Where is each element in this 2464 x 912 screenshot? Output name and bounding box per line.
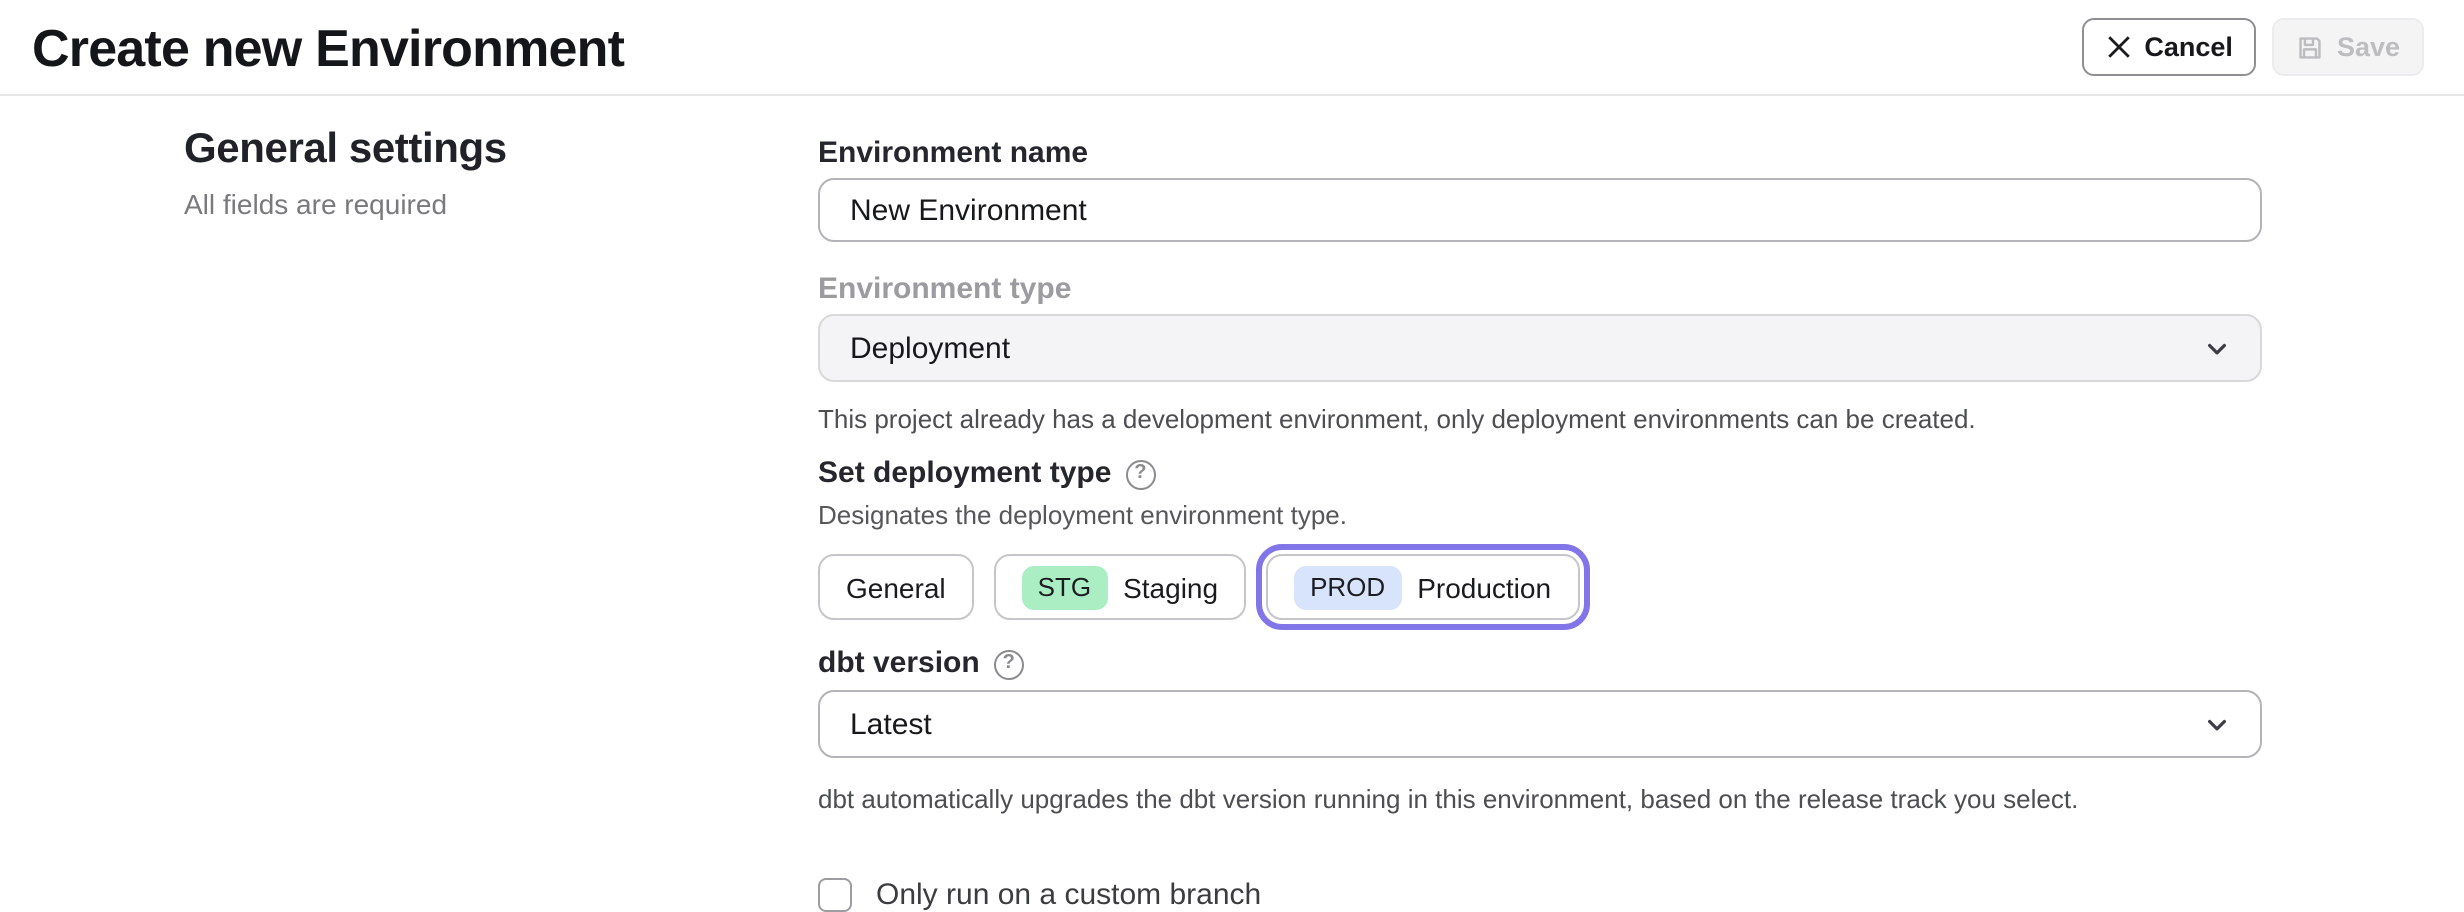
- deployment-type-production-label: Production: [1417, 573, 1551, 601]
- custom-branch-checkbox[interactable]: [818, 878, 852, 912]
- deployment-type-label: Set deployment type ?: [818, 456, 2262, 492]
- environment-type-select[interactable]: Deployment: [818, 314, 2262, 382]
- deployment-type-staging-button[interactable]: STG Staging: [994, 554, 1246, 620]
- save-button-label: Save: [2337, 34, 2400, 61]
- deployment-type-production-button[interactable]: PROD Production: [1266, 554, 1579, 620]
- save-icon: [2297, 33, 2325, 61]
- environment-type-helper: This project already has a development e…: [818, 400, 2262, 438]
- page-title: Create new Environment: [32, 21, 624, 73]
- dbt-version-helper: dbt automatically upgrades the dbt versi…: [818, 780, 2262, 818]
- create-environment-page: Create new Environment Cancel: [0, 0, 2464, 872]
- section-subheading: All fields are required: [184, 188, 507, 220]
- environment-form: Environment name Environment type Deploy…: [818, 0, 2262, 912]
- help-icon[interactable]: ?: [994, 649, 1024, 679]
- environment-name-label: Environment name: [818, 136, 2262, 172]
- close-icon: [2106, 34, 2132, 60]
- page-header: Create new Environment Cancel: [0, 0, 2464, 96]
- production-badge: PROD: [1294, 565, 1401, 609]
- deployment-type-general-button[interactable]: General: [818, 554, 974, 620]
- deployment-type-general-label: General: [846, 573, 946, 601]
- dbt-version-label: dbt version ?: [818, 646, 2262, 682]
- chevron-down-icon: [2204, 711, 2230, 737]
- environment-name-input[interactable]: [818, 178, 2262, 242]
- chevron-down-icon: [2204, 335, 2230, 361]
- save-button[interactable]: Save: [2273, 18, 2424, 76]
- deployment-type-helper: Designates the deployment environment ty…: [818, 496, 2262, 534]
- settings-section-intro: General settings All fields are required: [184, 126, 507, 220]
- section-heading: General settings: [184, 126, 507, 174]
- header-actions: Cancel Save: [2082, 18, 2424, 76]
- dbt-version-select[interactable]: Latest: [818, 690, 2262, 758]
- deployment-type-options: General STG Staging PROD Production: [818, 550, 2262, 624]
- custom-branch-row: Only run on a custom branch: [818, 878, 2262, 912]
- cancel-button-label: Cancel: [2144, 34, 2233, 61]
- deployment-type-staging-label: Staging: [1123, 573, 1218, 601]
- dbt-version-value: Latest: [850, 707, 932, 741]
- staging-badge: STG: [1022, 565, 1107, 609]
- cancel-button[interactable]: Cancel: [2082, 18, 2257, 76]
- help-icon[interactable]: ?: [1125, 459, 1155, 489]
- environment-type-value: Deployment: [850, 331, 1010, 365]
- custom-branch-label: Only run on a custom branch: [876, 878, 1261, 912]
- environment-type-label: Environment type: [818, 272, 2262, 308]
